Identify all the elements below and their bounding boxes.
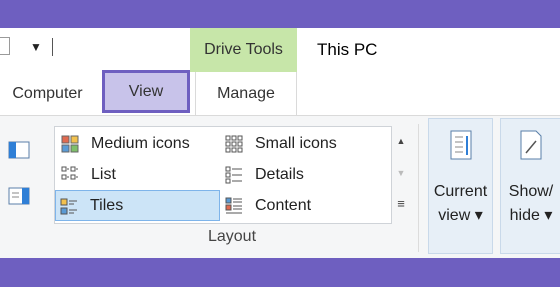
explorer-window: ▼ Drive Tools This PC Computer View Mana… [0, 28, 560, 258]
current-view-label: Current [433, 183, 488, 200]
layout-group-label: Layout [207, 228, 257, 245]
layout-gallery: Medium icons Small icons List Details Ti… [54, 126, 392, 224]
layout-item-label: Small icons [255, 135, 337, 152]
page: { "window": { "title": "This PC", "conte… [0, 0, 560, 287]
scroll-up-icon[interactable]: ▲ [392, 136, 410, 146]
layout-item-label: Tiles [90, 197, 124, 214]
details-icon [225, 166, 242, 184]
layout-item-label: Medium icons [91, 135, 190, 152]
content-icon [225, 197, 242, 214]
layout-item-label: Content [255, 197, 312, 214]
ribbon-panel: Medium icons Small icons List Details Ti… [0, 115, 560, 258]
layout-item-medium-icons[interactable]: Medium icons [57, 129, 217, 159]
scroll-down-icon[interactable]: ▼ [392, 168, 410, 178]
layout-item-tiles[interactable]: Tiles [55, 190, 220, 221]
drive-tools-header: Drive Tools [190, 28, 297, 72]
tab-computer[interactable]: Computer [0, 72, 95, 115]
show-hide-label-2: hide ▾ [509, 207, 553, 224]
current-view-icon [450, 130, 471, 160]
layout-item-content[interactable]: Content [221, 191, 387, 221]
tab-view[interactable]: View [102, 70, 190, 113]
window-title: This PC [317, 40, 378, 59]
show-hide-button[interactable]: Show/ hide ▾ [500, 118, 560, 254]
gallery-expand-icon[interactable]: ≡ [392, 196, 410, 211]
layout-item-details[interactable]: Details [221, 160, 387, 190]
show-hide-icon [520, 130, 542, 160]
layout-item-list[interactable]: List [57, 160, 217, 190]
tab-manage[interactable]: Manage [195, 72, 297, 115]
medium-icons-icon [61, 135, 79, 153]
layout-item-label: Details [255, 166, 304, 183]
list-icon [61, 166, 78, 180]
details-pane-icon [8, 187, 30, 205]
layout-item-label: List [91, 166, 116, 183]
ribbon-tabs: Computer View Manage [0, 70, 560, 115]
toolbar-separator [52, 38, 53, 56]
gallery-scrollbar: ▲ ▼ ≡ [392, 126, 410, 222]
group-divider [418, 124, 419, 252]
details-pane-button[interactable] [6, 186, 34, 208]
quick-access-toolbar: ▼ Drive Tools This PC [0, 28, 560, 72]
current-view-label-2: view ▾ [438, 207, 483, 224]
properties-icon[interactable] [0, 37, 10, 55]
show-hide-label: Show/ [508, 183, 554, 200]
layout-item-small-icons[interactable]: Small icons [221, 129, 387, 159]
navigation-pane-icon [8, 141, 30, 159]
tiles-icon [60, 198, 77, 215]
current-view-button[interactable]: Current view ▾ [428, 118, 493, 254]
small-icons-icon [225, 135, 243, 153]
navigation-pane-button[interactable] [6, 140, 34, 162]
customize-toolbar-arrow-icon[interactable]: ▼ [30, 40, 42, 54]
